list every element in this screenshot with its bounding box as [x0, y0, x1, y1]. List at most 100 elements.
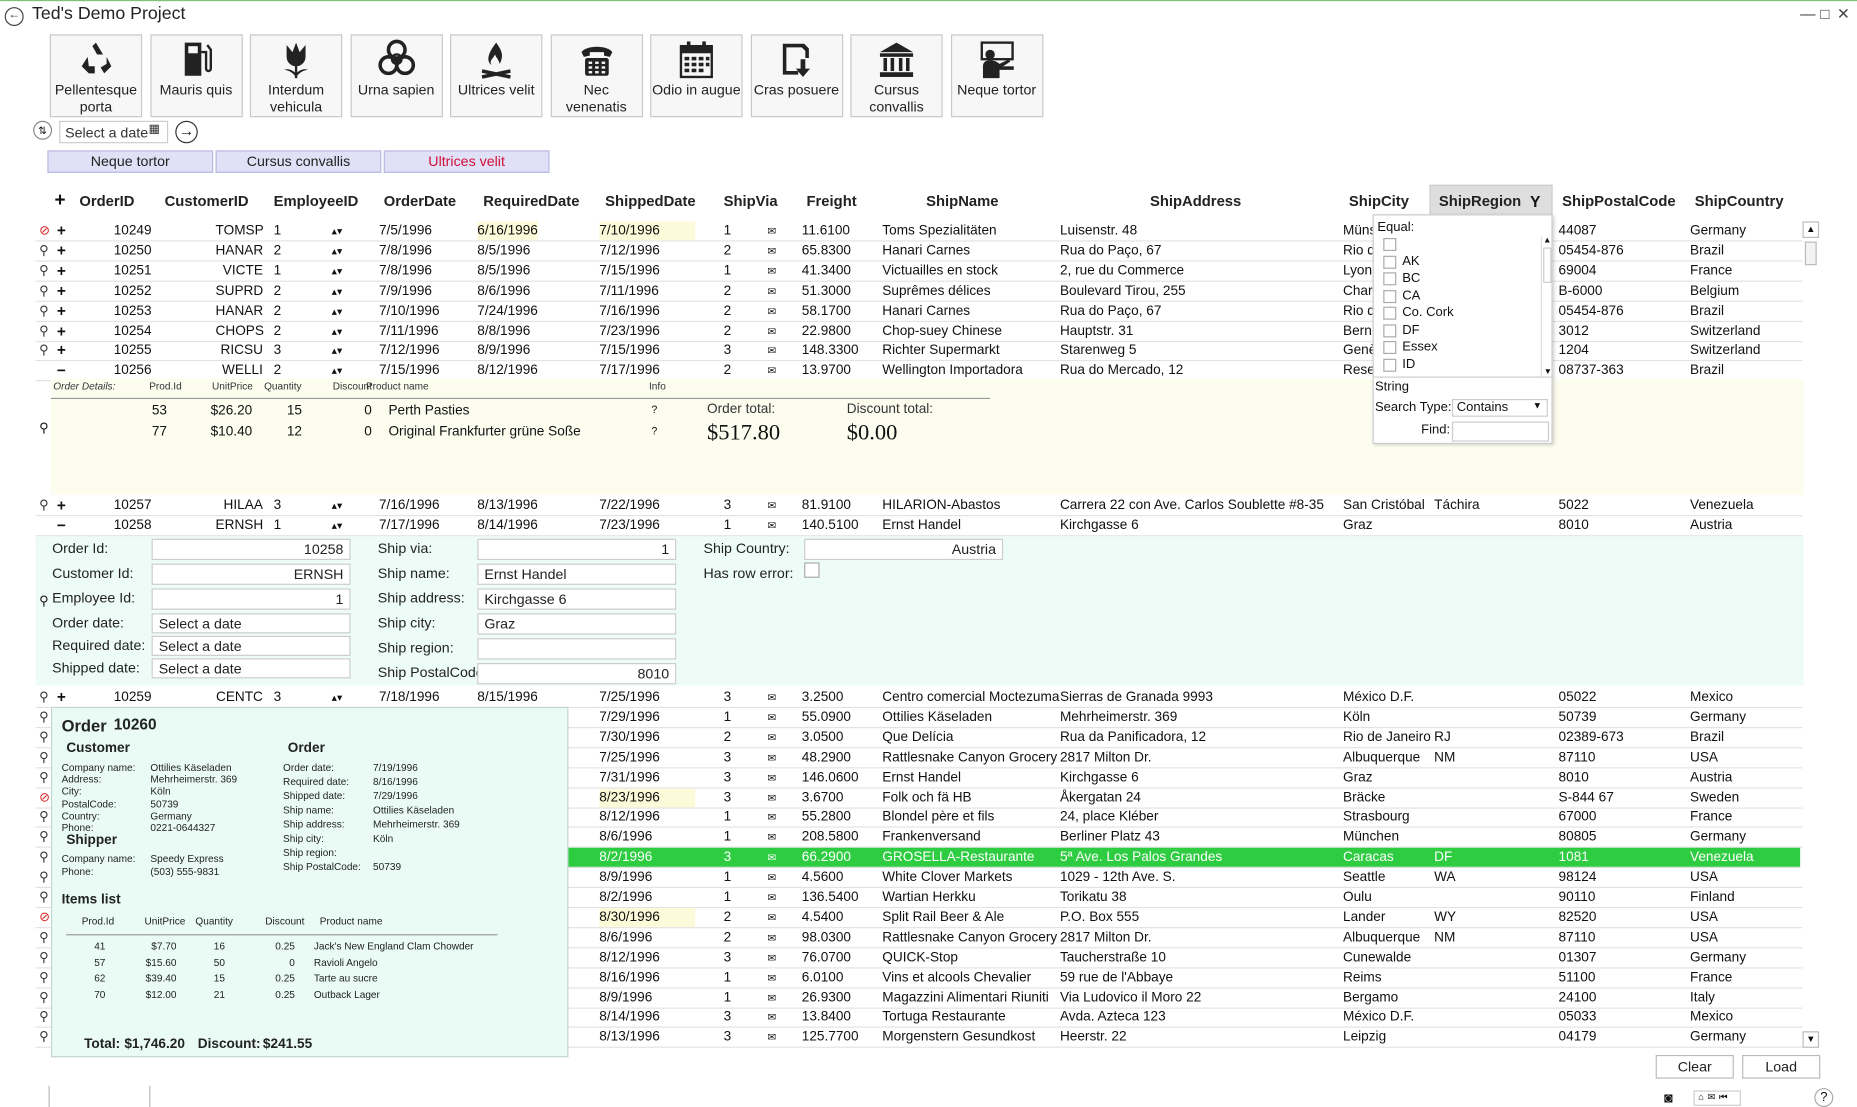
magnifier-icon[interactable]: ⚲	[39, 808, 49, 827]
ship-city-input[interactable]: Graz	[477, 613, 677, 635]
ship-region-input[interactable]	[477, 638, 677, 660]
calendar-icon[interactable]: ▦	[149, 123, 160, 136]
employee-icon[interactable]: ▴▾	[332, 261, 343, 280]
magnifier-icon[interactable]: ⚲	[39, 1008, 49, 1027]
magnifier-icon[interactable]: ⚲	[39, 496, 49, 515]
toolbar-button-nec-venenatis[interactable]: Nec venenatis	[550, 34, 643, 118]
filter-checkbox[interactable]	[1383, 323, 1397, 337]
filter-option[interactable]	[1381, 237, 1533, 254]
scroll-down-icon[interactable]: ▼	[1542, 368, 1554, 376]
magnifier-icon[interactable]: ⚲	[39, 768, 49, 787]
mail-icon[interactable]: ✉	[767, 1008, 776, 1027]
filter-option[interactable]: CA	[1381, 288, 1533, 305]
employee-icon[interactable]: ▴▾	[332, 361, 343, 380]
header-shipcity[interactable]: ShipCity	[1349, 193, 1409, 214]
filter-option[interactable]: ID	[1381, 357, 1533, 373]
mail-icon[interactable]: ✉	[767, 748, 776, 767]
tab-neque-tortor[interactable]: Neque tortor	[47, 150, 214, 173]
mail-icon[interactable]: ✉	[767, 908, 776, 927]
mail-icon[interactable]: ✉	[767, 988, 776, 1007]
magnifier-icon[interactable]: ⚲	[39, 728, 49, 747]
header-shippeddate[interactable]: ShippedDate	[605, 193, 695, 214]
ship-via-input[interactable]: 1	[477, 538, 677, 561]
table-row[interactable]: ⚲ +10259 CENTC 3 ▴▾ 7/18/1996 8/15/1996 7/25/19…	[35, 688, 1803, 709]
mail-icon[interactable]: ✉	[767, 808, 776, 827]
filter-checkbox[interactable]	[1383, 255, 1397, 269]
info-icon[interactable]: ?	[651, 404, 657, 416]
employee-icon[interactable]: ▴▾	[332, 301, 343, 320]
employee-icon[interactable]: ▴▾	[332, 281, 343, 300]
error-icon[interactable]: ⊘	[39, 221, 50, 240]
mail-icon[interactable]: ✉	[767, 261, 776, 280]
magnifier-icon[interactable]: ⚲	[39, 868, 49, 887]
magnifier-icon[interactable]: ⚲	[39, 708, 49, 727]
mail-icon[interactable]: ✉	[767, 301, 776, 320]
magnifier-icon[interactable]: ⚲	[39, 688, 49, 707]
scroll-up-icon[interactable]: ▲	[1802, 221, 1820, 238]
close-icon[interactable]: ✕	[1837, 5, 1850, 24]
mail-icon[interactable]: ✉	[767, 341, 776, 360]
table-row[interactable]: ⚲+8/2/19963✉66.2900GROSELLA-Restaurante5…	[39, 847, 1801, 869]
row-error-checkbox[interactable]	[804, 562, 820, 578]
magnifier-icon[interactable]: ⚲	[39, 928, 49, 947]
toolbar-button-mauris-quis[interactable]: Mauris quis	[149, 34, 243, 118]
employee-icon[interactable]: ▴▾	[332, 688, 343, 707]
expand-icon[interactable]: +	[57, 261, 66, 280]
expand-icon[interactable]: +	[57, 341, 66, 360]
mail-icon[interactable]: ✉	[767, 688, 776, 707]
header-shipaddress[interactable]: ShipAddress	[1150, 193, 1241, 214]
expand-icon[interactable]: +	[57, 688, 66, 707]
filter-checkbox[interactable]	[1383, 272, 1397, 286]
expand-icon[interactable]: +	[57, 281, 66, 300]
magnifier-icon[interactable]: ⚲	[39, 593, 49, 608]
employee-icon[interactable]: ▴▾	[332, 241, 343, 260]
required-date-picker[interactable]: Select a date	[151, 635, 351, 656]
toggle-icon[interactable]: ⇅	[33, 120, 53, 140]
toolbar-button-cursus-convallis[interactable]: Cursus convallis	[850, 34, 943, 118]
clear-button[interactable]: Clear	[1655, 1054, 1734, 1079]
mail-icon[interactable]: ✉	[767, 1028, 776, 1047]
tab-cursus-convallis[interactable]: Cursus convallis	[215, 150, 382, 173]
toolbar-button-ultrices-velit[interactable]: Ultrices velit	[450, 34, 543, 118]
scroll-up-icon[interactable]: ▲	[1542, 237, 1553, 245]
camera-icon[interactable]: ◙	[1664, 1089, 1673, 1106]
mail-icon[interactable]: ✉	[767, 948, 776, 967]
magnifier-icon[interactable]: ⚲	[39, 748, 49, 767]
expand-icon[interactable]: +	[57, 221, 66, 240]
filter-scrollbar[interactable]: ▲ ▼	[1540, 236, 1554, 377]
mail-icon[interactable]: ✉	[767, 788, 776, 807]
filter-option[interactable]: Essex	[1381, 340, 1533, 357]
header-customerid[interactable]: CustomerID	[165, 193, 249, 214]
customer-id-input[interactable]: ERNSH	[151, 563, 351, 585]
error-icon[interactable]: ⊘	[39, 788, 50, 807]
mail-icon[interactable]: ✉	[767, 708, 776, 727]
table-row[interactable]: ⚲ +10257 HILAA 3 ▴▾ 7/16/1996 8/13/1996 7/22/19…	[35, 496, 1803, 517]
magnifier-icon[interactable]: ⚲	[39, 968, 49, 987]
magnifier-icon[interactable]: ⚲	[39, 261, 49, 280]
toolbar-button-neque-tortor[interactable]: Neque tortor	[950, 34, 1043, 118]
collapse-icon[interactable]: −	[57, 516, 66, 535]
filter-checkbox[interactable]	[1383, 306, 1397, 320]
mail-icon[interactable]: ✉	[767, 768, 776, 787]
employee-icon[interactable]: ▴▾	[332, 516, 343, 535]
magnifier-icon[interactable]: ⚲	[39, 301, 49, 320]
mail-icon[interactable]: ✉	[767, 496, 776, 515]
filter-option[interactable]: Co. Cork	[1381, 305, 1533, 322]
magnifier-icon[interactable]: ⚲	[39, 848, 49, 867]
header-orderdate[interactable]: OrderDate	[384, 193, 456, 214]
magnifier-icon[interactable]: ⚲	[39, 241, 49, 260]
filter-option[interactable]: AK	[1381, 254, 1533, 271]
magnifier-icon[interactable]: ⚲	[39, 828, 49, 847]
header-shippostalcode[interactable]: ShipPostalCode	[1562, 193, 1676, 214]
load-button[interactable]: Load	[1742, 1054, 1821, 1079]
mail-icon[interactable]: ✉	[767, 968, 776, 987]
header-shipname[interactable]: ShipName	[926, 193, 998, 214]
expand-icon[interactable]: +	[57, 496, 66, 515]
toolbar-button-cras-posuere[interactable]: Cras posuere	[750, 34, 843, 118]
maximize-icon[interactable]: □	[1820, 5, 1829, 23]
nav-icons[interactable]: ⌂✉⏮	[1693, 1090, 1741, 1106]
vertical-scrollbar[interactable]: ▲ ▼	[1802, 221, 1820, 1048]
search-type-select[interactable]: Contains ▼	[1451, 399, 1548, 417]
toolbar-button-urna-sapien[interactable]: Urna sapien	[349, 34, 443, 118]
magnifier-icon[interactable]: ⚲	[39, 988, 49, 1007]
